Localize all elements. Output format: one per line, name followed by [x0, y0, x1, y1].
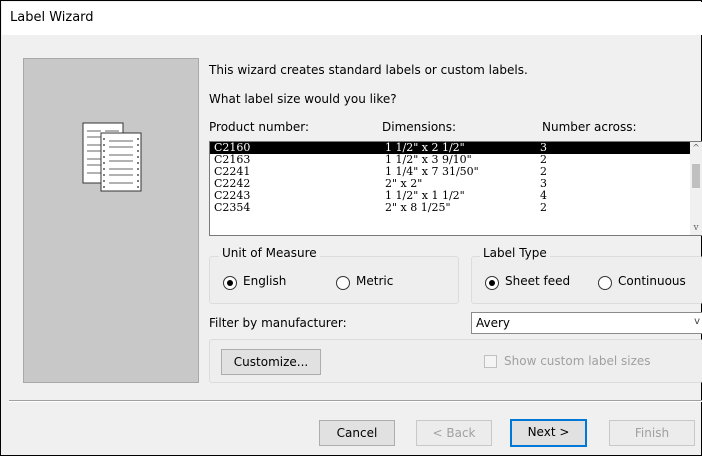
next-button[interactable]: Next > — [510, 419, 587, 447]
intro-text: This wizard creates standard labels or c… — [209, 63, 528, 77]
finish-button[interactable]: Finish — [609, 420, 695, 446]
list-item[interactable]: C2243 1 1/2" x 1 1/2" 4 — [210, 190, 702, 202]
label-sheets-icon — [82, 122, 142, 192]
manufacturer-select[interactable]: Avery v — [471, 312, 702, 334]
dimensions: 2" x 8 1/25" — [385, 201, 451, 214]
header-dimensions: Dimensions: — [382, 120, 457, 134]
metric-label[interactable]: Metric — [356, 274, 393, 288]
english-radio[interactable] — [223, 276, 237, 290]
show-custom-label[interactable]: Show custom label sizes — [504, 354, 651, 368]
divider-highlight — [9, 401, 702, 402]
back-button[interactable]: < Back — [416, 420, 492, 446]
list-scrollbar[interactable]: ^ v — [690, 142, 702, 235]
size-question: What label size would you like? — [209, 92, 397, 106]
sheet-feed-label[interactable]: Sheet feed — [505, 274, 570, 288]
scroll-up-icon[interactable]: ^ — [690, 144, 702, 154]
manufacturer-value: Avery — [476, 316, 511, 330]
continuous-label[interactable]: Continuous — [618, 274, 686, 288]
wizard-side-panel — [23, 58, 199, 383]
title-bar: Label Wizard — [2, 2, 702, 35]
window-title: Label Wizard — [10, 10, 94, 25]
sheet-feed-radio[interactable] — [485, 276, 499, 290]
header-product-number: Product number: — [209, 120, 310, 134]
continuous-radio[interactable] — [598, 276, 612, 290]
chevron-down-icon[interactable]: v — [694, 316, 700, 327]
metric-radio[interactable] — [336, 276, 350, 290]
scroll-down-icon[interactable]: v — [690, 223, 702, 233]
list-item[interactable]: C2241 1 1/4" x 7 31/50" 2 — [210, 166, 702, 178]
cancel-button[interactable]: Cancel — [319, 420, 395, 446]
label-wizard-window: Label Wizard This wizard creates standar… — [0, 0, 702, 456]
show-custom-checkbox[interactable] — [484, 355, 497, 368]
scroll-thumb[interactable] — [692, 164, 700, 188]
number-across: 2 — [540, 201, 547, 214]
product-number: C2354 — [214, 201, 251, 214]
label-size-list[interactable]: C2160 1 1/2" x 2 1/2" 3 C2163 1 1/2" x 3… — [209, 141, 702, 236]
list-item[interactable]: C2354 2" x 8 1/25" 2 — [210, 202, 702, 214]
english-label[interactable]: English — [243, 274, 286, 288]
customize-button[interactable]: Customize... — [221, 349, 321, 375]
unit-of-measure-label: Unit of Measure — [219, 246, 320, 260]
filter-label: Filter by manufacturer: — [209, 316, 347, 330]
header-number-across: Number across: — [542, 120, 637, 134]
label-type-label: Label Type — [480, 246, 550, 260]
